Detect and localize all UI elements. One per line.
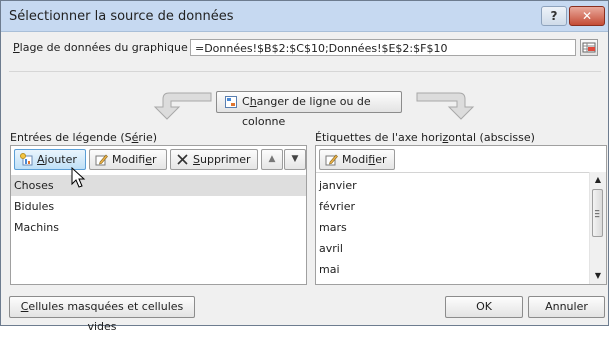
scroll-down-icon[interactable]: ▼ [590,268,606,284]
delete-x-icon [177,154,188,165]
move-down-button[interactable]: ▼ [284,149,306,170]
title-bar: Sélectionner la source de données ? ✕ [1,1,608,32]
edit-axis-labels-button[interactable]: Modifier [319,149,395,170]
cancel-button[interactable]: Annuler [528,296,605,318]
mouse-cursor-icon [71,167,86,188]
hidden-empty-cells-button[interactable]: Cellules masquées et cellules vides [9,296,195,333]
edit-series-button[interactable]: Modifier [89,149,167,170]
help-button[interactable]: ? [541,6,567,26]
grip-icon: ━ ━ ━ [595,207,600,221]
axis-list-item[interactable]: mars [316,217,347,238]
axis-labels-panel: Modifier janvier février mars avril mai … [315,145,607,285]
select-data-source-dialog: Sélectionner la source de données ? ✕ Pl… [0,0,609,333]
edit-series-icon [95,154,108,166]
legend-toolbar: Ajouter Modifier Supprimer ▲ ▼ [11,146,306,172]
scroll-up-icon[interactable]: ▲ [590,172,606,188]
axis-labels-label: Étiquettes de l'axe horizontal (abscisse… [315,131,535,144]
axis-toolbar: Modifier [316,146,606,172]
legend-list-item[interactable]: Machins [11,217,306,238]
remove-series-button[interactable]: Supprimer [170,149,258,170]
range-select-icon [582,42,596,53]
axis-list-divider [316,172,606,173]
edit-axis-icon [325,154,338,166]
axis-list-item[interactable]: avril [316,238,343,259]
legend-list-item[interactable]: Choses [11,175,306,196]
legend-entries-label: Entrées de légende (Série) [10,131,158,144]
axis-list-item[interactable]: janvier [316,175,357,196]
arrow-right-icon [416,92,475,120]
chart-range-input[interactable]: =Données!$B$2:$C$10;Données!$E$2:$F$10 [190,39,576,56]
scroll-thumb[interactable]: ━ ━ ━ [592,189,603,237]
axis-list-item[interactable]: février [316,196,355,217]
collapse-dialog-button[interactable] [580,39,598,56]
switch-row-column-button[interactable]: Changer de ligne ou de colonne [216,91,402,128]
move-up-button[interactable]: ▲ [261,149,283,170]
axis-list-item[interactable]: mai [316,259,340,280]
ok-button[interactable]: OK [445,296,523,318]
arrow-left-icon [153,92,212,120]
legend-entries-panel: Ajouter Modifier Supprimer ▲ ▼ Choses Bi… [10,145,307,285]
close-button[interactable]: ✕ [569,6,605,26]
axis-scrollbar[interactable]: ▲ ━ ━ ━ ▼ [589,172,606,284]
dialog-title: Sélectionner la source de données [9,9,234,24]
add-series-icon [20,153,33,166]
chart-range-label: Plage de données du graphique : [13,41,195,54]
switch-row-column-icon [225,96,237,108]
legend-list-item[interactable]: Bidules [11,196,306,217]
separator [9,71,601,72]
